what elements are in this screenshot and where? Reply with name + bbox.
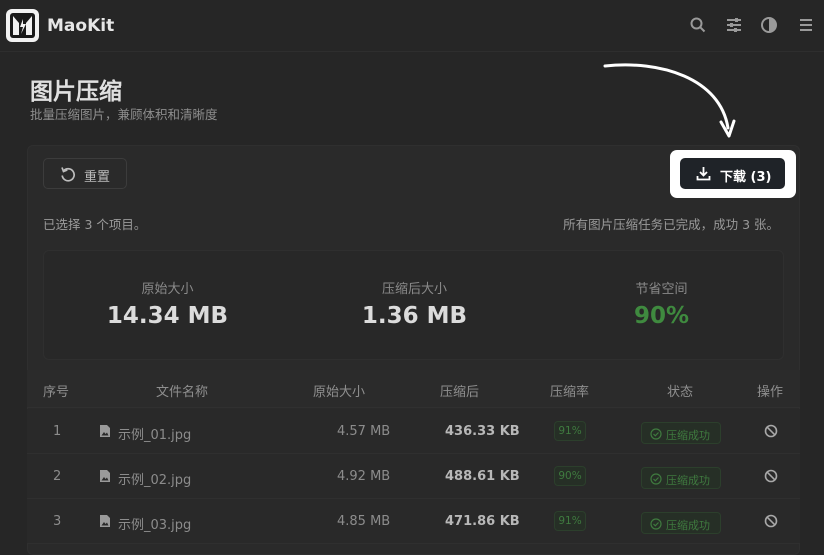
remove-icon[interactable] (764, 514, 778, 528)
table-row: 3 示例_03.jpg 4.85 MB 471.86 KB 91% 压缩成功 (27, 499, 800, 544)
maokit-logo-icon[interactable] (6, 9, 39, 42)
column-header-rate: 压缩率 (550, 385, 590, 400)
row-original-size: 4.92 MB (337, 469, 391, 484)
row-compressed-size: 471.86 KB (445, 514, 520, 529)
stat-compressed-label: 压缩后大小 (381, 282, 447, 297)
row-status-badge: 压缩成功 (641, 422, 721, 444)
reset-icon (61, 167, 75, 182)
check-circle-icon (650, 518, 662, 530)
check-circle-icon (650, 428, 662, 440)
stat-original: 原始大小 14.34 MB (44, 251, 291, 361)
row-compressed-size: 436.33 KB (445, 424, 520, 439)
table-header: 序号 文件名称 原始大小 压缩后 压缩率 状态 操作 (27, 370, 800, 408)
remove-icon[interactable] (764, 469, 778, 483)
reset-button[interactable]: 重置 (43, 158, 127, 189)
page-subtitle: 批量压缩图片，兼顾体积和清晰度 (30, 107, 218, 122)
stat-saved: 节省空间 90% (538, 251, 785, 361)
table-row: 1 示例_01.jpg 4.57 MB 436.33 KB 91% 压缩成功 (27, 409, 800, 454)
download-button-label: 下载 (3) (720, 170, 772, 185)
menu-icon[interactable] (797, 16, 815, 34)
stats-card: 原始大小 14.34 MB 压缩后大小 1.36 MB 节省空间 90% (43, 250, 784, 360)
download-icon (696, 167, 711, 181)
contrast-icon[interactable] (760, 16, 778, 34)
row-rate-badge: 90% (554, 466, 586, 486)
stat-saved-label: 节省空间 (635, 282, 688, 297)
column-header-index: 序号 (43, 385, 70, 400)
row-status-label: 压缩成功 (666, 474, 710, 487)
sliders-icon[interactable] (725, 16, 743, 34)
column-header-action: 操作 (757, 385, 784, 400)
stat-compressed: 压缩后大小 1.36 MB (291, 251, 538, 361)
row-rate-badge: 91% (554, 421, 586, 441)
row-index: 3 (53, 514, 62, 529)
row-status-label: 压缩成功 (666, 519, 710, 532)
image-file-icon (100, 470, 110, 482)
completion-text: 所有图片压缩任务已完成，成功 3 张。 (563, 217, 779, 232)
stat-original-value: 14.34 MB (106, 303, 229, 329)
selected-count-text: 已选择 3 个项目。 (43, 217, 147, 232)
row-status-badge: 压缩成功 (641, 467, 721, 489)
remove-icon[interactable] (764, 424, 778, 438)
brand-name: MaoKit (47, 16, 115, 36)
table-row: 2 示例_02.jpg 4.92 MB 488.61 KB 90% 压缩成功 (27, 454, 800, 499)
row-status-badge: 压缩成功 (641, 512, 721, 534)
stat-compressed-value: 1.36 MB (361, 303, 468, 329)
image-file-icon (100, 425, 110, 437)
pointer-arrow (603, 63, 736, 138)
row-original-size: 4.85 MB (337, 514, 391, 529)
row-original-size: 4.57 MB (337, 424, 391, 439)
column-header-status: 状态 (667, 385, 694, 400)
row-status-label: 压缩成功 (666, 429, 710, 442)
row-file-name: 示例_03.jpg (118, 518, 192, 533)
row-file-name: 示例_02.jpg (118, 473, 192, 488)
check-circle-icon (650, 473, 662, 485)
top-bar: MaoKit (0, 0, 824, 52)
stat-original-label: 原始大小 (141, 282, 194, 297)
page-title: 图片压缩 (30, 79, 122, 105)
stat-saved-value: 90% (633, 303, 690, 329)
image-file-icon (100, 515, 110, 527)
column-header-name: 文件名称 (156, 385, 209, 400)
column-header-original: 原始大小 (313, 385, 366, 400)
search-icon[interactable] (689, 16, 707, 34)
column-header-compressed: 压缩后 (440, 385, 480, 400)
row-file-name: 示例_01.jpg (118, 428, 192, 443)
download-button[interactable]: 下载 (3) (680, 158, 785, 189)
reset-button-label: 重置 (84, 170, 111, 185)
row-rate-badge: 91% (554, 511, 586, 531)
row-index: 2 (53, 469, 62, 484)
row-index: 1 (53, 424, 62, 439)
row-compressed-size: 488.61 KB (445, 469, 520, 484)
